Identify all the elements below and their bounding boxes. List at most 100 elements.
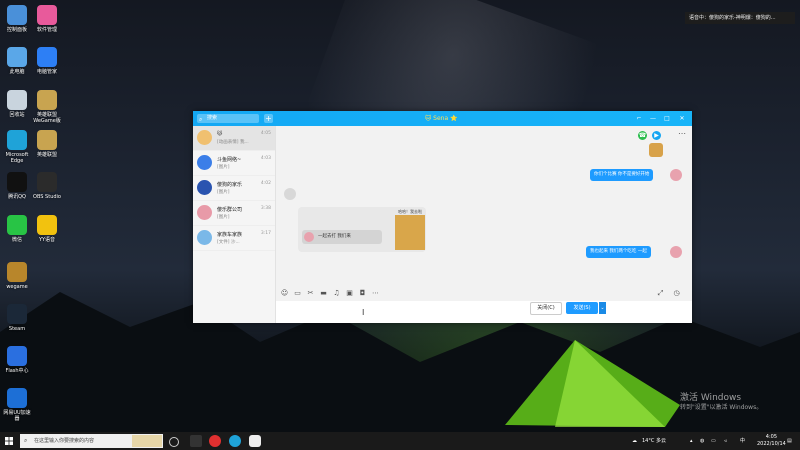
close-button[interactable]: ✕ [678,114,686,123]
search-icon: ⌕ [24,437,28,444]
avatar [197,230,212,245]
search-icon: ⌕ [199,116,203,123]
uu-accelerator-icon [7,388,27,408]
qq-chat-window: ⌕ 搜索 + 🐱 Sena ⭐ ⌐ — □ ✕ 🐱 [动画表情] 我... 4:05… [193,111,692,323]
search-input[interactable]: ⌕ 搜索 [197,114,259,123]
desktop-icon[interactable]: 电脑管家 [30,47,64,75]
weather-icon[interactable]: ☁ [632,432,637,450]
conversation-item[interactable]: 🐱 [动画表情] 我... 4:05 [193,126,275,151]
desktop-icon[interactable]: 网易UU加速 器 [0,388,34,422]
desktop-icon-label: Flash中心 [5,368,29,374]
desktop-icon[interactable]: 软件管理 [30,5,64,33]
desktop-icon-label: 回收站 [9,112,25,118]
image-message[interactable]: 哈哈！我去啦 一起去打 我们来 [298,207,426,252]
desktop-icon[interactable]: 英雄联盟 [30,130,64,158]
edge-taskbar-icon[interactable] [229,435,241,447]
lol-wegame-icon [37,90,57,110]
voice-notification[interactable]: 语音中：傻狗的家乐-神明爆：傻狗的... [685,12,795,24]
search-placeholder: 搜索 [207,115,218,121]
desktop-icon[interactable]: 此电脑 [0,47,34,75]
conversation-time: 3:38 [260,206,271,211]
conversation-item[interactable]: 傻狗的家乐 [图片] 4:02 [193,176,275,201]
pin-button[interactable]: ⌐ [635,114,643,123]
conversation-time: 3:17 [260,231,271,236]
desktop-icon[interactable]: 微信 [0,215,34,243]
lol-icon [37,130,57,150]
conversation-preview: [图片] [217,165,230,170]
image-icon[interactable]: ▣ [345,289,354,298]
input-toolbar: ☺ ▭ ✂ ▬ ♫ ▣ ◘ ⋯ [280,289,384,298]
conversation-time: 4:02 [260,181,271,186]
history-icon[interactable]: ◷ [672,289,681,298]
video-call-icon[interactable]: ▶ [652,131,661,140]
tray-icon[interactable]: ◍ [700,432,704,450]
avatar [197,180,212,195]
desktop-icon[interactable]: 回收站 [0,90,34,118]
wallpaper-tent [505,340,680,427]
send-button[interactable]: 发送(S) [566,302,598,314]
add-button[interactable]: + [264,114,273,123]
taskbar: ⌕ 在这里输入你要搜索的内容 ☁ 14°C 多云 ▴ ◍ ▭ ◃ 中 4:05 … [0,432,800,450]
text-cursor: I [362,308,365,317]
more-icon[interactable]: ⋯ [371,289,380,298]
obs-taskbar-icon[interactable] [209,435,221,447]
conversation-name: 斗鱼网络~ [217,157,242,163]
voice-call-icon[interactable]: ☎ [638,131,647,140]
desktop-icon[interactable]: 控制面板 [0,5,34,33]
music-icon[interactable]: ♫ [332,289,341,298]
chat-panel: ☎ ▶ ⋯ 你们个比赛 你不是要好开始 哈哈！我去啦 一起去打 我们来 我也起来… [276,126,692,323]
task-view-icon[interactable] [169,437,179,447]
clock-date: 2022/10/14 [757,441,786,447]
desktop-icon[interactable]: Flash中心 [0,346,34,374]
desktop-icon[interactable]: Steam [0,304,34,332]
desktop-icon-label: 网易UU加速 器 [3,410,31,422]
weather-text[interactable]: 14°C 多云 [642,432,666,450]
ime-indicator[interactable]: 中 [740,432,745,450]
desktop-icon-label: 英雄联盟 [36,152,57,158]
avatar [284,188,296,200]
expand-icon[interactable]: ⤢ [656,289,665,298]
screen-icon[interactable]: ◘ [358,289,367,298]
maximize-button[interactable]: □ [663,114,671,123]
desktop-icon-label: OBS Studio [33,194,61,200]
conversation-item[interactable]: 斗鱼网络~ [图片] 4:03 [193,151,275,176]
scissors-icon[interactable]: ✂ [306,289,315,298]
avatar [670,169,682,181]
conversation-item[interactable]: 家族车家族 [文件] 沙... 3:17 [193,226,275,251]
conversation-time: 4:03 [260,156,271,161]
avatar [304,232,314,242]
desktop-icon-label: 控制面板 [6,27,27,33]
desktop-icon[interactable]: YY语音 [30,215,64,243]
pc-manager-icon [37,47,57,67]
volume-icon[interactable]: ◃ [724,432,727,450]
desktop-icon[interactable]: 腾讯QQ [0,172,34,200]
tray-icon[interactable]: ▴ [690,432,693,450]
conversation-preview: [动画表情] 我... [217,140,249,145]
desktop-icon-label: 腾讯QQ [8,194,26,200]
gif-icon[interactable]: ▭ [293,289,302,298]
taskbar-app[interactable] [190,435,202,447]
desktop-icon[interactable]: Microsoft Edge [0,130,34,164]
desktop-icon-label: 此电脑 [9,69,25,75]
taskbar-search[interactable]: ⌕ 在这里输入你要搜索的内容 [20,434,163,448]
desktop-icon[interactable]: 英雄联盟 WeGame版 [30,90,64,124]
desktop-icon-label: Steam [8,326,26,332]
sticker-image [649,143,663,157]
close-chat-button[interactable]: 关闭(C) [530,302,562,315]
message-input[interactable] [276,301,692,323]
network-icon[interactable]: ▭ [711,432,716,450]
minimize-button[interactable]: — [649,114,657,123]
notification-icon[interactable]: ▤ [787,432,792,450]
desktop-icon[interactable]: OBS Studio [30,172,64,200]
send-options-button[interactable]: ⌄ [599,302,606,314]
system-clock[interactable]: 4:05 2022/10/14 [757,434,786,448]
windows-start-icon[interactable] [5,437,13,445]
conversation-item[interactable]: 傻乐群公司 [图片] 3:38 [193,201,275,226]
folder-icon[interactable]: ▬ [319,289,328,298]
desktop-icon[interactable]: wegame [0,262,34,290]
desktop-icon-label: YY语音 [38,237,56,243]
emoji-icon[interactable]: ☺ [280,289,289,298]
more-icon[interactable]: ⋯ [678,129,686,138]
desktop-icon-label: 电脑管家 [36,69,57,75]
qq-taskbar-icon[interactable] [249,435,261,447]
